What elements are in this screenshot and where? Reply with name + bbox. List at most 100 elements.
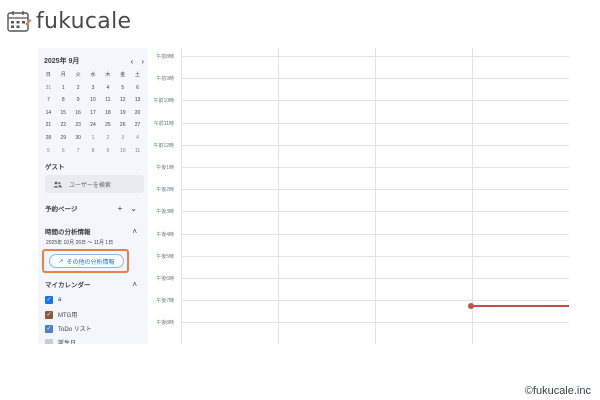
mini-calendar-day[interactable]: 6 bbox=[130, 84, 145, 93]
search-users-placeholder: ユーザーを検索 bbox=[69, 182, 111, 189]
copyright-text: ©fukucale.inc bbox=[524, 385, 591, 397]
mini-calendar-day[interactable]: 31 bbox=[41, 84, 56, 93]
calendar-item[interactable]: ✓ a bbox=[45, 296, 61, 304]
mini-calendar-day[interactable]: 4 bbox=[100, 84, 115, 93]
mini-calendar-day[interactable]: 27 bbox=[130, 121, 145, 130]
mini-calendar-day[interactable]: 3 bbox=[115, 134, 130, 143]
mini-calendar-day[interactable]: 7 bbox=[71, 147, 86, 156]
analysis-date-range: 2025年 10月 26日 〜 11月 1日 bbox=[46, 240, 114, 246]
time-label: 午後4時 bbox=[156, 231, 174, 238]
mini-calendar-day[interactable]: 29 bbox=[56, 134, 71, 143]
time-label: 午後2時 bbox=[156, 187, 174, 194]
prev-month-button[interactable]: ‹ bbox=[131, 57, 134, 66]
time-label: 午後8時 bbox=[156, 320, 174, 327]
analysis-toggle-icon[interactable]: ˄ bbox=[132, 227, 137, 236]
mini-calendar-day[interactable]: 28 bbox=[41, 134, 56, 143]
mini-calendar-day[interactable]: 2 bbox=[71, 84, 86, 93]
weekday-label: 水 bbox=[90, 72, 96, 78]
mini-calendar-nav: ‹ › bbox=[131, 57, 144, 66]
calendar-item[interactable]: ✓ MTG用 bbox=[45, 310, 77, 319]
mini-calendar-day[interactable]: 26 bbox=[115, 121, 130, 130]
mini-calendar-day[interactable]: 16 bbox=[71, 109, 86, 118]
analysis-section: 時間の分析情報 ˄ bbox=[45, 226, 137, 237]
time-label: 午前9時 bbox=[156, 76, 174, 83]
time-axis: 午前8時 午前9時 午前10時 午前11時 午前12時 午後1時 午後2時 午後3時 午後4時午… bbox=[148, 48, 180, 344]
calendar-item[interactable]: 誕生日 bbox=[45, 338, 76, 344]
calendar-checkbox[interactable] bbox=[45, 338, 53, 344]
mini-calendar-day[interactable]: 10 bbox=[115, 147, 130, 156]
add-booking-button[interactable]: + bbox=[118, 204, 123, 213]
mini-calendar-day[interactable]: 2 bbox=[100, 134, 115, 143]
mini-calendar-day[interactable]: 4 bbox=[130, 134, 145, 143]
mini-calendar-day[interactable]: 22 bbox=[56, 121, 71, 130]
mini-calendar-day[interactable]: 21 bbox=[41, 121, 56, 130]
mini-calendar-day[interactable]: 15 bbox=[56, 109, 71, 118]
time-label: 午前10時 bbox=[153, 98, 174, 105]
analysis-label: 時間の分析情報 bbox=[45, 229, 91, 236]
day-column-divider bbox=[472, 48, 473, 344]
calendar-name: MTG用 bbox=[58, 313, 78, 319]
mini-calendar-day[interactable]: 17 bbox=[86, 109, 101, 118]
mini-calendar-day[interactable]: 1 bbox=[86, 134, 101, 143]
calendar-checkbox[interactable]: ✓ bbox=[45, 324, 53, 333]
mini-calendar-day[interactable]: 5 bbox=[115, 84, 130, 93]
mini-calendar-day[interactable]: 7 bbox=[41, 96, 56, 105]
people-icon bbox=[53, 181, 62, 187]
my-calendars-toggle-icon[interactable]: ˄ bbox=[132, 280, 137, 289]
my-calendars-section: マイカレンダー ˄ bbox=[45, 279, 137, 290]
mini-calendar-day[interactable]: 3 bbox=[86, 84, 101, 93]
weekday-label: 土 bbox=[135, 72, 141, 78]
next-month-button[interactable]: › bbox=[141, 57, 144, 66]
calendar-checkbox[interactable]: ✓ bbox=[45, 310, 53, 319]
mini-calendar-day[interactable]: 1 bbox=[56, 84, 71, 93]
search-users-button[interactable]: ユーザーを検索 bbox=[45, 175, 144, 193]
time-label: 午後1時 bbox=[156, 165, 174, 171]
calendar-item[interactable]: ✓ ToDo リスト bbox=[45, 324, 92, 333]
time-label: 午後5時 bbox=[156, 253, 174, 260]
time-label: 午前8時 bbox=[156, 54, 174, 60]
logo-text: fukucale bbox=[36, 8, 132, 34]
time-label: 午前11時 bbox=[153, 120, 174, 127]
mini-calendar-day[interactable]: 8 bbox=[86, 147, 101, 156]
mini-calendar-day[interactable]: 12 bbox=[115, 96, 130, 105]
day-column-divider bbox=[181, 48, 182, 344]
trend-icon: ↗ bbox=[58, 258, 64, 265]
more-analysis-button[interactable]: ↗ その他の分析情報 bbox=[49, 254, 124, 268]
calendar-checkbox[interactable]: ✓ bbox=[45, 296, 53, 304]
weekday-label: 火 bbox=[75, 72, 81, 78]
mini-calendar-header: 2025年 9月 ‹ › bbox=[44, 54, 144, 68]
booking-toggle-icon[interactable]: ⌄ bbox=[130, 204, 137, 213]
week-grid[interactable] bbox=[181, 48, 569, 344]
mini-calendar-day[interactable]: 8 bbox=[56, 96, 71, 105]
mini-calendar-day[interactable]: 20 bbox=[130, 109, 145, 118]
calendar-logo-icon bbox=[7, 11, 32, 32]
mini-calendar-day[interactable]: 14 bbox=[41, 109, 56, 118]
booking-section: 予約ページ + ⌄ bbox=[45, 203, 137, 214]
weekday-label: 木 bbox=[105, 72, 111, 78]
mini-calendar-day[interactable]: 11 bbox=[130, 147, 145, 156]
mini-calendar-day[interactable]: 9 bbox=[71, 96, 86, 105]
mini-calendar-day[interactable]: 11 bbox=[100, 96, 115, 105]
booking-label: 予約ページ bbox=[45, 206, 78, 213]
mini-calendar-day[interactable]: 24 bbox=[86, 121, 101, 130]
calendar-name: 誕生日 bbox=[58, 341, 77, 344]
app-logo: fukucale bbox=[6, 6, 131, 36]
mini-calendar-day[interactable]: 10 bbox=[86, 96, 101, 105]
mini-calendar-day[interactable]: 30 bbox=[71, 134, 86, 143]
time-label: 午後6時 bbox=[156, 276, 174, 282]
current-time-line bbox=[471, 305, 569, 307]
mini-calendar-day[interactable]: 25 bbox=[100, 121, 115, 130]
mini-calendar-day[interactable]: 13 bbox=[130, 96, 145, 105]
time-label: 午前12時 bbox=[153, 142, 174, 149]
weekday-label: 金 bbox=[120, 72, 126, 78]
mini-calendar-day[interactable]: 23 bbox=[71, 121, 86, 130]
mini-calendar-day[interactable]: 5 bbox=[41, 147, 56, 156]
calendar-name: a bbox=[58, 297, 62, 303]
weekday-label: 日 bbox=[45, 72, 51, 78]
mini-calendar-day[interactable]: 9 bbox=[100, 147, 115, 156]
mini-calendar-day[interactable]: 19 bbox=[115, 109, 130, 118]
calendar-name: ToDo リスト bbox=[58, 327, 92, 333]
mini-calendar-day[interactable]: 18 bbox=[100, 109, 115, 118]
mini-calendar-day[interactable]: 6 bbox=[56, 147, 71, 156]
mini-calendar-grid: 日月火水木金土 31 1 2 3 4 5 6 7 8 9 10 11 12 13 14 15 16 17 18 19 20… bbox=[41, 71, 145, 156]
